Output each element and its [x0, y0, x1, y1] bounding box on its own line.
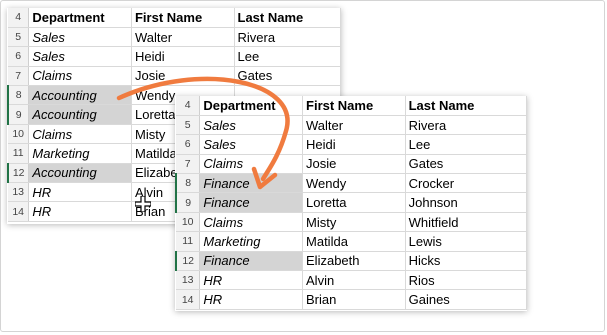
cell-department[interactable]: Accounting	[28, 104, 132, 125]
cell-department[interactable]: HR	[28, 201, 132, 222]
row-number[interactable]: 6	[176, 134, 201, 155]
cell-department[interactable]: Finance	[199, 251, 304, 272]
cell-first-name[interactable]: Brian	[302, 289, 406, 310]
cell-department[interactable]: Accounting	[28, 163, 132, 184]
table-row: 5 Sales Walter Rivera	[8, 27, 341, 48]
cell-first-name[interactable]: Wendy	[302, 173, 406, 194]
cell-first-name[interactable]: Elizabeth	[302, 251, 406, 272]
table-row: 6 Sales Heidi Lee	[8, 46, 341, 67]
cell-department[interactable]: Sales	[199, 134, 304, 155]
cell-first-name[interactable]: Walter	[131, 27, 235, 48]
header-row: 4 Department First Name Last Name	[8, 8, 341, 28]
cell-department[interactable]: Claims	[199, 154, 304, 175]
cell-last-name[interactable]: Rivera	[405, 115, 528, 136]
table-row: 5 Sales Walter Rivera	[176, 115, 528, 136]
cell-department[interactable]: Marketing	[28, 143, 132, 164]
cell-first-name[interactable]: Alvin	[302, 270, 406, 291]
cell-department[interactable]: Finance	[199, 173, 304, 194]
cell-department[interactable]: Finance	[199, 192, 304, 213]
row-number[interactable]: 11	[176, 231, 201, 252]
spreadsheet-after: 4 Department First Name Last Name 5 Sales…	[175, 96, 528, 311]
table-row: 13 HR Alvin Rios	[176, 270, 528, 291]
cell-first-name[interactable]: Misty	[302, 212, 406, 233]
row-number[interactable]: 10	[8, 124, 30, 145]
cell-last-name[interactable]: Whitfield	[405, 212, 528, 233]
table-row: 7 Claims Josie Gates	[8, 66, 341, 87]
table-row: 8 Finance Wendy Crocker	[175, 173, 528, 194]
row-number[interactable]: 6	[8, 46, 30, 67]
cell-last-name[interactable]: Gates	[405, 154, 528, 175]
row-number[interactable]: 8	[7, 85, 30, 106]
cell-last-name[interactable]: Gates	[234, 66, 341, 87]
cell-first-name[interactable]: Walter	[302, 115, 406, 136]
cell-department[interactable]: Accounting	[28, 85, 132, 106]
table-row: 7 Claims Josie Gates	[176, 154, 528, 175]
cell-first-name[interactable]: Heidi	[131, 46, 235, 67]
cell-department[interactable]: Claims	[28, 66, 132, 87]
cell-department[interactable]: Sales	[199, 115, 304, 136]
figure-frame: 4 Department First Name Last Name 5 Sales…	[0, 0, 605, 332]
row-number[interactable]: 4	[8, 8, 30, 28]
table-row: 6 Sales Heidi Lee	[176, 134, 528, 155]
cell-first-name[interactable]: Loretta	[302, 192, 406, 213]
table-row: 14 HR Brian Gaines	[176, 289, 528, 310]
cell-department[interactable]: Claims	[28, 124, 132, 145]
cell-department[interactable]: Marketing	[199, 231, 304, 252]
cell-department[interactable]: Sales	[28, 27, 132, 48]
table-after: 4 Department First Name Last Name 5 Sales…	[175, 96, 528, 310]
row-number[interactable]: 10	[176, 212, 201, 233]
row-number[interactable]: 13	[8, 182, 30, 203]
row-number[interactable]: 9	[175, 192, 201, 213]
table-row: 9 Finance Loretta Johnson	[175, 192, 528, 213]
cell-last-name[interactable]: Crocker	[405, 173, 528, 194]
cell-department[interactable]: Claims	[199, 212, 304, 233]
row-number[interactable]: 7	[8, 66, 30, 87]
header-row: 4 Department First Name Last Name	[176, 96, 528, 116]
cell-last-name[interactable]: Lee	[234, 46, 341, 67]
cell-last-name[interactable]: Lewis	[405, 231, 528, 252]
column-header-department[interactable]: Department	[28, 8, 132, 28]
row-number[interactable]: 14	[8, 201, 30, 222]
column-header-first-name[interactable]: First Name	[302, 96, 406, 116]
row-number[interactable]: 5	[176, 115, 201, 136]
row-number[interactable]: 4	[176, 96, 201, 116]
table-row: 11 Marketing Matilda Lewis	[176, 231, 528, 252]
row-number[interactable]: 5	[8, 27, 30, 48]
cell-last-name[interactable]: Lee	[405, 134, 528, 155]
row-number[interactable]: 11	[8, 143, 30, 164]
row-number[interactable]: 12	[7, 163, 30, 184]
column-header-last-name[interactable]: Last Name	[234, 8, 341, 28]
cross-cursor-icon	[135, 196, 151, 212]
cell-department[interactable]: HR	[199, 289, 304, 310]
row-number[interactable]: 9	[7, 104, 30, 125]
cell-first-name[interactable]: Josie	[302, 154, 406, 175]
column-header-first-name[interactable]: First Name	[131, 8, 235, 28]
cell-first-name[interactable]: Heidi	[302, 134, 406, 155]
cell-department[interactable]: Sales	[28, 46, 132, 67]
column-header-department[interactable]: Department	[199, 96, 304, 116]
cell-last-name[interactable]: Rivera	[234, 27, 341, 48]
row-number[interactable]: 14	[176, 289, 201, 310]
cell-last-name[interactable]: Johnson	[405, 192, 528, 213]
cell-last-name[interactable]: Gaines	[405, 289, 528, 310]
row-number[interactable]: 8	[175, 173, 201, 194]
cell-last-name[interactable]: Rios	[405, 270, 528, 291]
row-number[interactable]: 12	[175, 251, 201, 272]
column-header-last-name[interactable]: Last Name	[405, 96, 528, 116]
table-row: 10 Claims Misty Whitfield	[176, 212, 528, 233]
row-number[interactable]: 7	[176, 154, 201, 175]
cell-first-name[interactable]: Josie	[131, 66, 235, 87]
cell-last-name[interactable]: Hicks	[405, 251, 528, 272]
cell-department[interactable]: HR	[199, 270, 304, 291]
table-row: 12 Finance Elizabeth Hicks	[175, 251, 528, 272]
cell-department[interactable]: HR	[28, 182, 132, 203]
cell-first-name[interactable]: Matilda	[302, 231, 406, 252]
row-number[interactable]: 13	[176, 270, 201, 291]
